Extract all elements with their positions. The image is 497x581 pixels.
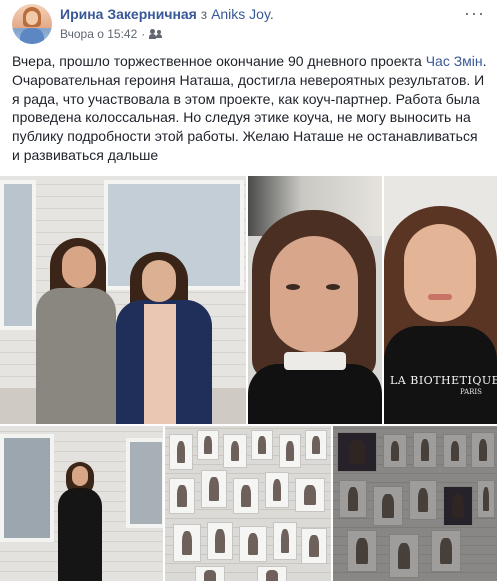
photo-wall-of-pictures[interactable]: [165, 426, 331, 581]
photo-two-women-studio[interactable]: [0, 176, 246, 424]
project-link[interactable]: Час Змін: [426, 53, 483, 69]
more-photos-overlay[interactable]: [333, 426, 497, 581]
photo-after-portrait[interactable]: LA BIOTHETIQUE PARIS: [384, 176, 497, 424]
author-avatar[interactable]: [12, 4, 52, 44]
author-name-link[interactable]: Ирина Закерничная: [60, 6, 197, 22]
post-meta: Ирина Закерничная з Aniks Joy. Вчора о 1…: [60, 4, 274, 44]
salon-cape-logo-sub: PARIS: [460, 388, 482, 396]
page-link[interactable]: Aniks Joy.: [211, 6, 274, 22]
post-timestamp[interactable]: Вчора о 15:42: [60, 26, 137, 42]
photo-woman-black-dress[interactable]: [0, 426, 163, 581]
post-text-part-1: Вчера, прошло торжественное окончание 90…: [12, 53, 426, 69]
photo-gallery-more[interactable]: [333, 426, 497, 581]
author-line: Ирина Закерничная з Aniks Joy.: [60, 5, 274, 23]
with-word: з: [200, 6, 208, 22]
separator-dot: ·: [141, 27, 146, 41]
avatar-face: [26, 11, 38, 25]
photo-grid: LA BIOTHETIQUE PARIS: [0, 176, 497, 581]
post-header: Ирина Закерничная з Aniks Joy. Вчора о 1…: [12, 4, 274, 44]
post-text: Вчера, прошло торжественное окончание 90…: [12, 52, 487, 165]
window: [0, 180, 36, 330]
facebook-post: Ирина Закерничная з Aniks Joy. Вчора о 1…: [0, 0, 497, 581]
post-options-menu-button[interactable]: ···: [464, 4, 485, 22]
salon-cape-logo: LA BIOTHETIQUE: [390, 374, 497, 387]
time-line: Вчора о 15:42 ·: [60, 26, 274, 42]
avatar-body: [20, 28, 44, 44]
photo-before-portrait[interactable]: [248, 176, 382, 424]
friends-icon[interactable]: [149, 29, 163, 39]
post-text-part-2: . Очаровательная героиня Наташа, достигл…: [12, 53, 487, 163]
